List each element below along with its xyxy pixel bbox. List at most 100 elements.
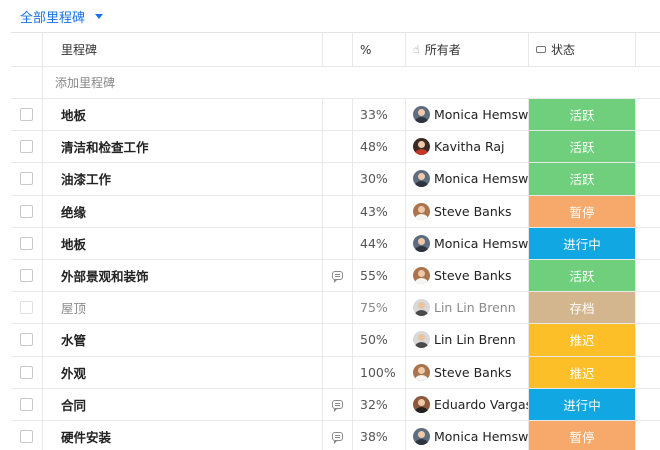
owner-cell[interactable]: Lin Lin Brenn	[406, 324, 529, 356]
column-header-percent[interactable]: %	[353, 33, 406, 66]
status-badge[interactable]: 活跃	[529, 163, 636, 195]
status-label: 活跃	[569, 269, 595, 285]
row-checkbox[interactable]	[20, 333, 33, 347]
add-milestone-input[interactable]: 添加里程碑	[43, 67, 636, 98]
comment-cell[interactable]	[323, 195, 353, 227]
comment-cell[interactable]	[323, 388, 353, 420]
percent-cell[interactable]: 30%	[353, 163, 406, 195]
comment-cell[interactable]	[323, 227, 353, 259]
milestone-name-cell[interactable]: 外部景观和装饰	[43, 260, 323, 292]
status-badge[interactable]: 进行中	[529, 227, 636, 259]
status-badge[interactable]: 活跃	[529, 260, 636, 292]
percent-cell[interactable]: 43%	[353, 195, 406, 227]
percent-cell[interactable]: 33%	[353, 99, 406, 131]
comment-icon[interactable]	[332, 432, 343, 445]
comment-cell[interactable]	[323, 356, 353, 388]
owner-cell[interactable]: Eduardo Vargas	[406, 388, 529, 420]
table-row[interactable]: 绝缘 43% Steve Banks 暂停	[11, 195, 660, 228]
table-row[interactable]: 外观 100% Steve Banks 推迟	[11, 356, 660, 389]
percent-cell[interactable]: 75%	[353, 292, 406, 324]
row-checkbox[interactable]	[20, 172, 33, 186]
milestone-name-cell[interactable]: 水管	[43, 324, 323, 356]
status-badge[interactable]: 暂停	[529, 421, 636, 450]
percent-cell[interactable]: 44%	[353, 227, 406, 259]
owner-cell[interactable]: Lin Lin Brenn	[406, 292, 529, 324]
percent-cell[interactable]: 32%	[353, 388, 406, 420]
comment-cell[interactable]	[323, 99, 353, 131]
column-header-status[interactable]: 状态	[529, 33, 636, 66]
percent-cell[interactable]: 38%	[353, 421, 406, 450]
column-header-name[interactable]: 里程碑	[43, 33, 323, 66]
status-label: 活跃	[569, 172, 595, 188]
row-checkbox[interactable]	[20, 108, 33, 122]
table-row[interactable]: 硬件安装 38% Monica Hemsw 暂停	[11, 421, 660, 450]
milestone-name-cell[interactable]: 地板	[43, 227, 323, 259]
owner-cell[interactable]: Steve Banks	[406, 260, 529, 292]
comment-icon[interactable]	[332, 399, 343, 412]
table-row[interactable]: 水管 50% Lin Lin Brenn 推迟	[11, 324, 660, 357]
row-checkbox[interactable]	[20, 204, 33, 218]
row-checkbox[interactable]	[20, 397, 33, 411]
milestone-name-cell[interactable]: 外观	[43, 356, 323, 388]
status-badge[interactable]: 暂停	[529, 195, 636, 227]
owner-cell[interactable]: Monica Hemsw	[406, 227, 529, 259]
milestone-name-cell[interactable]: 油漆工作	[43, 163, 323, 195]
milestone-filter-dropdown[interactable]: 全部里程碑	[20, 6, 104, 26]
comment-cell[interactable]	[323, 131, 353, 163]
table-row[interactable]: 屋顶 75% Lin Lin Brenn 存档	[11, 292, 660, 325]
owner-cell[interactable]: Monica Hemsw	[406, 99, 529, 131]
milestone-name: 合同	[61, 397, 87, 413]
status-badge[interactable]: 推迟	[529, 324, 636, 356]
row-checkbox[interactable]	[20, 430, 33, 444]
table-row[interactable]: 清洁和检查工作 48% Kavitha Raj 活跃	[11, 131, 660, 164]
status-badge[interactable]: 进行中	[529, 388, 636, 420]
owner-cell[interactable]: Monica Hemsw	[406, 163, 529, 195]
column-header-owner[interactable]: ☝ 所有者	[406, 33, 529, 66]
percent-cell[interactable]: 100%	[353, 356, 406, 388]
table-row[interactable]: 地板 44% Monica Hemsw 进行中	[11, 227, 660, 260]
comment-cell[interactable]	[323, 421, 353, 450]
milestone-name-cell[interactable]: 地板	[43, 99, 323, 131]
status-badge[interactable]: 活跃	[529, 131, 636, 163]
row-select-cell	[11, 195, 43, 227]
percent-cell[interactable]: 55%	[353, 260, 406, 292]
milestone-percent: 32%	[360, 396, 388, 412]
comment-cell[interactable]	[323, 324, 353, 356]
status-label: 推迟	[569, 333, 595, 349]
milestone-name-cell[interactable]: 屋顶	[43, 292, 323, 324]
comment-cell[interactable]	[323, 163, 353, 195]
add-milestone-row[interactable]: 添加里程碑	[11, 67, 660, 99]
comment-cell[interactable]	[323, 292, 353, 324]
milestone-name-cell[interactable]: 硬件安装	[43, 421, 323, 450]
owner-cell[interactable]: Kavitha Raj	[406, 131, 529, 163]
milestone-name-cell[interactable]: 合同	[43, 388, 323, 420]
owner-cell[interactable]: Monica Hemsw	[406, 421, 529, 450]
comment-cell[interactable]	[323, 260, 353, 292]
milestone-percent: 55%	[360, 268, 388, 284]
milestone-name: 外观	[61, 365, 87, 381]
owner-cell[interactable]: Steve Banks	[406, 356, 529, 388]
table-row[interactable]: 油漆工作 30% Monica Hemsw 活跃	[11, 163, 660, 196]
milestone-name-cell[interactable]: 绝缘	[43, 195, 323, 227]
percent-cell[interactable]: 48%	[353, 131, 406, 163]
row-checkbox[interactable]	[20, 365, 33, 379]
row-checkbox[interactable]	[20, 301, 33, 315]
percent-cell[interactable]: 50%	[353, 324, 406, 356]
status-badge[interactable]: 活跃	[529, 99, 636, 131]
table-row[interactable]: 外部景观和装饰 55% Steve Banks 活跃	[11, 260, 660, 293]
status-badge[interactable]: 存档	[529, 292, 636, 324]
row-extra-cell	[636, 99, 660, 130]
milestone-name-cell[interactable]: 清洁和检查工作	[43, 131, 323, 163]
comment-icon[interactable]	[332, 271, 343, 284]
owner-cell[interactable]: Steve Banks	[406, 195, 529, 227]
table-row[interactable]: 合同 32% Eduardo Vargas 进行中	[11, 388, 660, 421]
status-label: 进行中	[563, 236, 601, 252]
row-checkbox[interactable]	[20, 269, 33, 283]
avatar	[413, 202, 430, 220]
owner-name: Monica Hemsw	[434, 235, 529, 251]
row-checkbox[interactable]	[20, 236, 33, 250]
row-select-cell	[11, 227, 43, 259]
row-checkbox[interactable]	[20, 140, 33, 154]
status-badge[interactable]: 推迟	[529, 356, 636, 388]
table-row[interactable]: 地板 33% Monica Hemsw 活跃	[11, 99, 660, 132]
